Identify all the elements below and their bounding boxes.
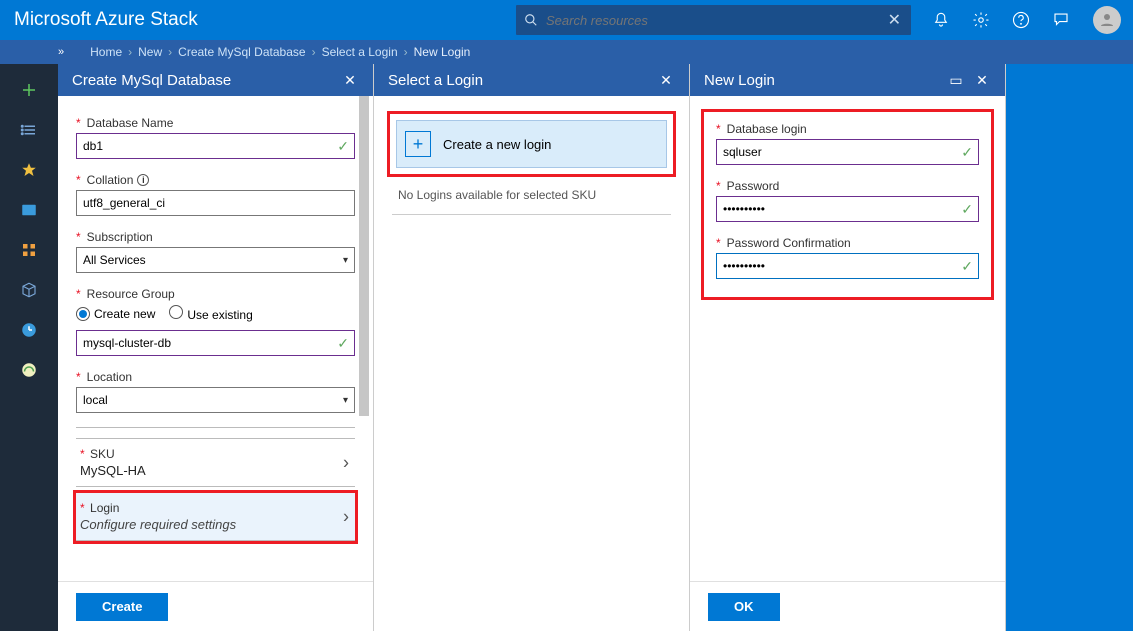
location-select[interactable]: local▾ bbox=[76, 387, 355, 413]
feedback-icon[interactable] bbox=[1041, 0, 1081, 40]
top-bar: Microsoft Azure Stack ✕ bbox=[0, 0, 1133, 40]
create-button[interactable]: Create bbox=[76, 593, 168, 621]
blade-background bbox=[1006, 64, 1133, 631]
password-confirm-input[interactable] bbox=[716, 253, 979, 279]
blade-select-login: Select a Login ✕ + Create a new login No… bbox=[374, 64, 690, 631]
search-input[interactable] bbox=[546, 13, 878, 28]
close-icon[interactable]: ✕ bbox=[653, 72, 679, 89]
login-nav[interactable]: * Login Configure required settings › bbox=[76, 493, 355, 541]
brand-title: Microsoft Azure Stack bbox=[0, 9, 198, 31]
notifications-icon[interactable] bbox=[921, 0, 961, 40]
rg-input[interactable] bbox=[76, 330, 355, 356]
dbname-label: Database Name bbox=[87, 116, 174, 130]
blade-title: Select a Login bbox=[388, 72, 653, 89]
rg-use-radio[interactable]: Use existing bbox=[169, 305, 252, 322]
expand-nav-icon[interactable]: » bbox=[58, 46, 64, 58]
search-box[interactable]: ✕ bbox=[516, 5, 911, 35]
rg-label: Resource Group bbox=[87, 287, 175, 301]
search-icon bbox=[524, 13, 538, 27]
nav-clock-icon[interactable] bbox=[0, 310, 58, 350]
breadcrumb-item[interactable]: New bbox=[138, 45, 162, 59]
chevron-right-icon: › bbox=[343, 506, 349, 527]
user-avatar[interactable] bbox=[1093, 6, 1121, 34]
close-icon[interactable]: ✕ bbox=[337, 72, 363, 89]
collation-input[interactable] bbox=[76, 190, 355, 216]
breadcrumb-current: New Login bbox=[414, 45, 471, 59]
nav-meter-icon[interactable] bbox=[0, 350, 58, 390]
plus-icon: + bbox=[405, 131, 431, 157]
blade-new-login: New Login ▭ ✕ *Database login ✓ *Passwor… bbox=[690, 64, 1006, 631]
close-icon[interactable]: ✕ bbox=[969, 72, 995, 89]
rg-create-radio[interactable]: Create new bbox=[76, 307, 155, 321]
breadcrumb-item[interactable]: Create MySql Database bbox=[178, 45, 305, 59]
chevron-down-icon: ▾ bbox=[343, 395, 348, 406]
info-icon[interactable]: i bbox=[137, 174, 149, 186]
no-logins-text: No Logins available for selected SKU bbox=[392, 184, 671, 210]
left-nav bbox=[0, 64, 58, 631]
nav-dashboard-icon[interactable] bbox=[0, 190, 58, 230]
chevron-down-icon: ▾ bbox=[343, 255, 348, 266]
nav-list-icon[interactable] bbox=[0, 110, 58, 150]
settings-icon[interactable] bbox=[961, 0, 1001, 40]
help-icon[interactable] bbox=[1001, 0, 1041, 40]
blade-title: New Login bbox=[704, 72, 943, 89]
nav-grid-icon[interactable] bbox=[0, 230, 58, 270]
dbname-input[interactable] bbox=[76, 133, 355, 159]
scrollbar[interactable] bbox=[361, 96, 371, 581]
sku-nav[interactable]: * SKU MySQL-HA › bbox=[76, 438, 355, 487]
subscription-select[interactable]: All Services▾ bbox=[76, 247, 355, 273]
clear-search-icon[interactable]: ✕ bbox=[878, 10, 911, 30]
breadcrumb-item[interactable]: Home bbox=[90, 45, 122, 59]
create-new-login-tile[interactable]: + Create a new login bbox=[396, 120, 667, 168]
maximize-icon[interactable]: ▭ bbox=[943, 72, 969, 89]
subscription-label: Subscription bbox=[87, 230, 153, 244]
password-confirm-label: Password Confirmation bbox=[727, 236, 851, 250]
password-label: Password bbox=[727, 179, 780, 193]
blade-create-mysql: Create MySql Database ✕ *Database Name ✓… bbox=[58, 64, 374, 631]
location-label: Location bbox=[87, 370, 132, 384]
dblogin-input[interactable] bbox=[716, 139, 979, 165]
password-input[interactable] bbox=[716, 196, 979, 222]
nav-cube-icon[interactable] bbox=[0, 270, 58, 310]
nav-new-icon[interactable] bbox=[0, 70, 58, 110]
dblogin-label: Database login bbox=[727, 122, 807, 136]
ok-button[interactable]: OK bbox=[708, 593, 780, 621]
collation-label: Collation bbox=[87, 173, 134, 187]
blade-title: Create MySql Database bbox=[72, 72, 337, 89]
breadcrumb: » Home› New› Create MySql Database› Sele… bbox=[0, 40, 1133, 64]
nav-favorite-icon[interactable] bbox=[0, 150, 58, 190]
chevron-right-icon: › bbox=[343, 452, 349, 473]
breadcrumb-item[interactable]: Select a Login bbox=[322, 45, 398, 59]
